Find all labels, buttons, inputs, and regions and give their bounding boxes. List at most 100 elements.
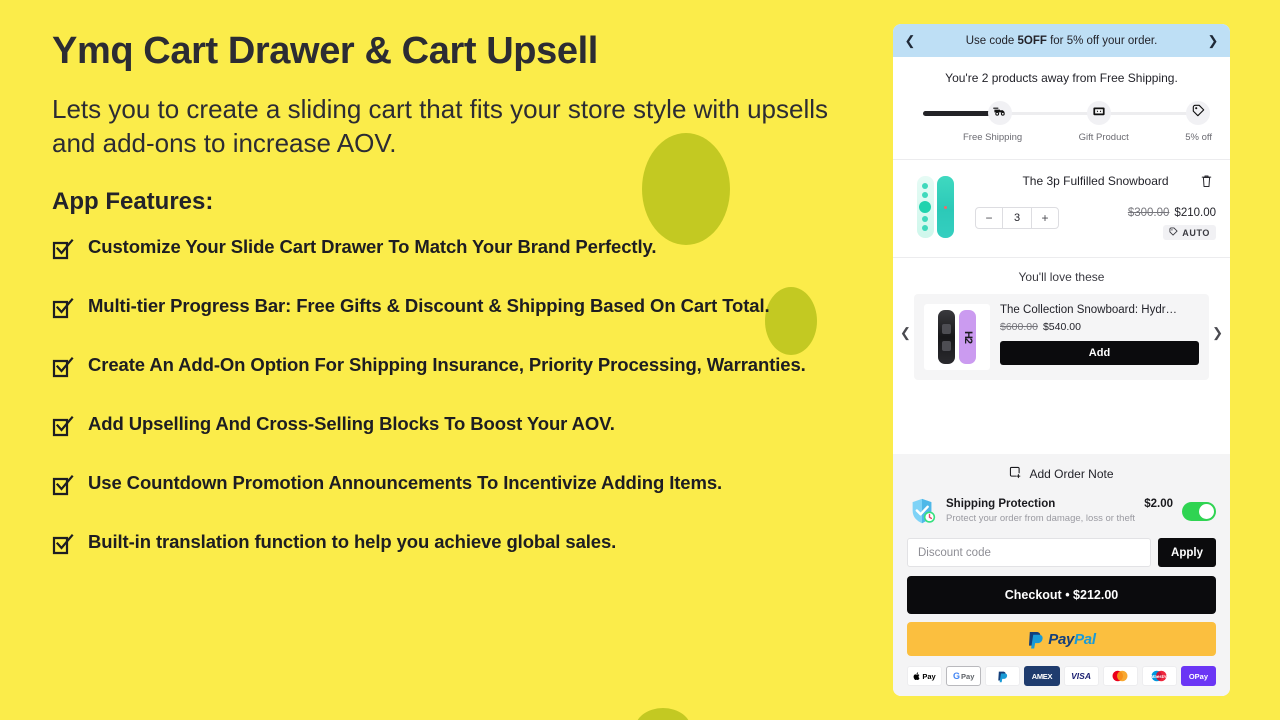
protection-name: Shipping Protection [946,498,1056,510]
mastercard-icon [1102,666,1138,686]
opay-icon: OPay [1180,666,1216,686]
announcement-code: 5OFF [1017,34,1047,47]
add-order-note-label: Add Order Note [1029,467,1114,481]
discount-row: Apply [907,538,1216,567]
protection-toggle[interactable] [1182,501,1216,521]
snowboard-graphic-text: H2 [961,330,974,344]
protection-description: Protect your order from damage, loss or … [946,513,1136,524]
protection-header: Shipping Protection $2.00 [946,498,1173,510]
price-original: $300.00 [1127,207,1170,219]
upsell-prev-icon[interactable]: ❮ [900,326,911,339]
feature-item: Built-in translation function to help yo… [52,531,852,557]
upsell-thumbnail[interactable]: H2 [924,304,990,370]
apple-pay-label: Pay [922,671,936,681]
announcement-prefix: Use code [965,34,1018,47]
google-g-icon: G [953,671,961,681]
line-item-body: The 3p Fulfilled Snowboard − 3 + $300.00… [975,174,1216,241]
feature-list: Customize Your Slide Cart Drawer To Matc… [52,236,852,557]
feature-item: Create An Add-On Option For Shipping Ins… [52,354,852,380]
discount-code-input[interactable] [907,538,1151,567]
milestone-label-gift-product: Gift Product [1078,132,1129,143]
milestone-label-free-shipping: Free Shipping [963,132,1023,143]
announcement-prev-icon[interactable]: ❮ [903,34,917,47]
progress-message: You're 2 products away from Free Shippin… [945,71,1178,85]
delivery-truck-icon [993,104,1007,123]
snowboard-image-left [916,176,934,238]
board-dot [922,183,928,190]
add-order-note-button[interactable]: Add Order Note [907,466,1216,482]
quantity-value: 3 [1002,208,1032,228]
apply-discount-button[interactable]: Apply [1158,538,1216,567]
milestone-discount [1186,101,1210,125]
announcement-next-icon[interactable]: ❯ [1206,34,1220,47]
feature-item: Customize Your Slide Cart Drawer To Matc… [52,236,852,262]
upsell-product-card: H2 The Collection Snowboard: Hydr… $600.… [914,294,1209,380]
price-column: $300.00 $210.00 AUTO [1128,207,1216,241]
google-pay-label: Pay [961,671,975,681]
feature-item: Multi-tier Progress Bar: Free Gifts & Di… [52,295,852,321]
checkbox-checked-icon [52,238,74,262]
visa-icon: VISA [1063,666,1099,686]
shield-check-clock-icon [907,496,937,526]
upsell-info: The Collection Snowboard: Hydr… $600.00 $… [1000,304,1199,370]
snowboard-image-purple: H2 [959,310,976,364]
checkbox-checked-icon [52,415,74,439]
page-title: Ymq Cart Drawer & Cart Upsell [52,30,598,72]
snowboard-image-dark [938,310,955,364]
paypal-button[interactable]: PayPal [907,622,1216,656]
discount-tag-icon [1169,227,1178,238]
quantity-stepper: − 3 + [975,207,1059,229]
gift-card-icon [1092,104,1106,123]
paypal-word-pay: Pay [1048,630,1075,648]
board-dot [922,215,928,222]
product-title[interactable]: The 3p Fulfilled Snowboard [975,174,1200,190]
upsell-next-icon[interactable]: ❯ [1212,326,1223,339]
milestone-label-discount: 5% off [1185,132,1212,143]
product-thumbnail[interactable] [907,174,963,240]
maestro-label: Maestro [1150,673,1168,679]
checkbox-checked-icon [52,474,74,498]
progress-milestones [911,101,1212,125]
trash-icon[interactable] [1200,174,1216,193]
paypal-logo-icon [1027,630,1044,649]
payment-methods: Pay G Pay AMEX VISA Maestro OPay [907,666,1216,686]
protection-price: $2.00 [1144,498,1173,510]
line-item-controls: − 3 + $300.00 $210.00 AUTO [975,207,1216,241]
paypal-word-pal: Pal [1074,630,1096,648]
upsell-section: You'll love these ❮ ❯ H2 The Collection … [893,257,1230,394]
marketing-column: Ymq Cart Drawer & Cart Upsell Lets you t… [52,0,852,720]
paypal-icon [985,666,1021,686]
upsell-add-button[interactable]: Add [1000,341,1199,365]
progress-bar [911,101,1212,125]
paypal-wordmark: PayPal [1048,630,1096,648]
cart-line-item: The 3p Fulfilled Snowboard − 3 + $300.00… [893,160,1230,257]
checkbox-checked-icon [52,297,74,321]
feature-item: Use Countdown Promotion Announcements To… [52,472,852,498]
feature-label: Customize Your Slide Cart Drawer To Matc… [88,236,657,258]
note-add-icon [1009,466,1022,482]
cart-drawer: ❮ Use code 5OFF for 5% off your order. ❯… [893,24,1230,696]
checkout-button[interactable]: Checkout • $212.00 [907,576,1216,614]
snowboard-image-right [936,176,954,238]
milestone-gift-product [1087,101,1111,125]
board-dot [922,224,928,231]
upsell-heading: You'll love these [1018,270,1105,284]
upsell-price-original: $600.00 [1000,321,1038,333]
price-current: $210.00 [1174,207,1216,219]
line-item-header: The 3p Fulfilled Snowboard [975,174,1216,193]
page-subtitle: Lets you to create a sliding cart that f… [52,93,829,158]
maestro-icon: Maestro [1141,666,1177,686]
visa-label: VISA [1071,671,1091,681]
progress-labels: Free Shipping Gift Product 5% off [911,132,1212,143]
quantity-increase-button[interactable]: + [1032,208,1058,228]
apple-pay-icon: Pay [907,666,943,686]
shipping-protection-row: Shipping Protection $2.00 Protect your o… [907,496,1216,526]
features-heading: App Features: [52,188,214,216]
amex-icon: AMEX [1024,666,1060,686]
protection-details: Shipping Protection $2.00 Protect your o… [946,498,1173,524]
google-pay-icon: G Pay [946,666,982,686]
milestone-free-shipping [988,101,1012,125]
cart-footer: Add Order Note Shipping Protection $2.00 [893,454,1230,696]
quantity-decrease-button[interactable]: − [976,208,1002,228]
upsell-product-name[interactable]: The Collection Snowboard: Hydr… [1000,304,1199,316]
